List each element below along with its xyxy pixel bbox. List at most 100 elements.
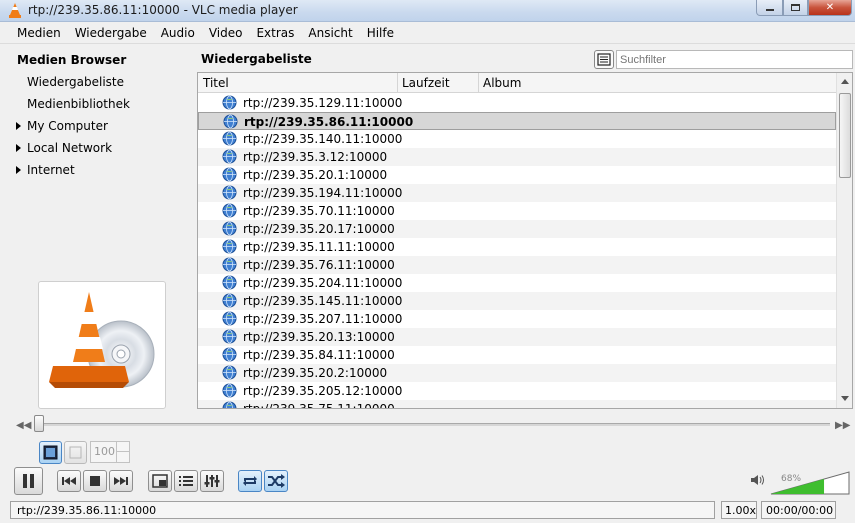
play-pause-button[interactable] xyxy=(14,467,43,495)
seek-backward-icon[interactable]: ◀◀ xyxy=(16,420,31,431)
network-stream-icon xyxy=(222,275,237,290)
playlist-item-title: rtp://239.35.84.11:10000 xyxy=(243,348,395,362)
frame-button[interactable] xyxy=(64,441,87,464)
playlist-title: Wiedergabeliste xyxy=(201,52,312,66)
stop-icon xyxy=(90,476,100,486)
scroll-up-icon[interactable] xyxy=(841,79,849,84)
vertical-scrollbar[interactable] xyxy=(836,73,852,408)
album-art xyxy=(38,281,166,409)
network-stream-icon xyxy=(222,95,237,110)
shuffle-icon xyxy=(268,474,285,488)
sidebar-item-my-computer[interactable]: My Computer xyxy=(27,119,108,133)
network-stream-icon xyxy=(222,149,237,164)
search-filter-input[interactable] xyxy=(616,50,853,69)
menu-ansicht[interactable]: Ansicht xyxy=(301,26,359,40)
fullscreen-button[interactable] xyxy=(148,470,172,492)
network-stream-icon xyxy=(222,239,237,254)
network-stream-icon xyxy=(222,347,237,362)
table-row[interactable]: rtp://239.35.86.11:10000 xyxy=(198,112,836,130)
menu-audio[interactable]: Audio xyxy=(154,26,202,40)
maximize-button[interactable] xyxy=(783,0,808,16)
network-stream-icon xyxy=(222,401,237,408)
menu-video[interactable]: Video xyxy=(202,26,250,40)
playlist-item-title: rtp://239.35.140.11:10000 xyxy=(243,132,403,146)
spin-up-icon[interactable] xyxy=(116,442,129,452)
sidebar-item-internet[interactable]: Internet xyxy=(27,163,75,177)
media-browser-sidebar: Medien Browser Wiedergabeliste Medienbib… xyxy=(8,48,194,414)
maximize-icon xyxy=(791,4,800,11)
expand-arrow-icon[interactable] xyxy=(16,144,21,152)
expand-arrow-icon[interactable] xyxy=(16,122,21,130)
speaker-icon[interactable] xyxy=(750,473,766,487)
status-bar: rtp://239.35.86.11:10000 1.00x 00:00/00:… xyxy=(0,499,855,523)
extended-settings-button[interactable] xyxy=(200,470,224,492)
table-row[interactable]: rtp://239.35.204.11:10000 xyxy=(198,274,836,292)
playlist-icon xyxy=(43,445,58,460)
loop-button[interactable] xyxy=(238,470,262,492)
menu-bar: Medien Wiedergabe Audio Video Extras Ans… xyxy=(0,22,855,44)
previous-button[interactable] xyxy=(57,470,81,492)
scrollbar-thumb[interactable] xyxy=(839,93,851,178)
playback-rate[interactable]: 1.00x xyxy=(721,501,757,519)
table-row[interactable]: rtp://239.35.20.2:10000 xyxy=(198,364,836,382)
table-row[interactable]: rtp://239.35.207.11:10000 xyxy=(198,310,836,328)
seek-forward-icon[interactable]: ▶▶ xyxy=(835,420,850,431)
table-row[interactable]: rtp://239.35.3.12:10000 xyxy=(198,148,836,166)
time-display[interactable]: 00:00/00:00 xyxy=(761,501,836,519)
playlist-rows: rtp://239.35.129.11:10000 rtp://239.35.86… xyxy=(198,94,836,408)
menu-wiedergabe[interactable]: Wiedergabe xyxy=(68,26,154,40)
column-header-laufzeit[interactable]: Laufzeit xyxy=(402,76,450,90)
table-row[interactable]: rtp://239.35.205.12:10000 xyxy=(198,382,836,400)
menu-hilfe[interactable]: Hilfe xyxy=(360,26,401,40)
playlist-item-title: rtp://239.35.86.11:10000 xyxy=(244,115,414,129)
table-row[interactable]: rtp://239.35.70.11:10000 xyxy=(198,202,836,220)
network-stream-icon xyxy=(222,329,237,344)
seek-slider[interactable] xyxy=(34,423,830,426)
network-stream-icon xyxy=(222,293,237,308)
playlist-item-title: rtp://239.35.11.11:10000 xyxy=(243,240,395,254)
menu-medien[interactable]: Medien xyxy=(10,26,68,40)
table-row[interactable]: rtp://239.35.140.11:10000 xyxy=(198,130,836,148)
sidebar-item-local-network[interactable]: Local Network xyxy=(27,141,112,155)
sidebar-item-wiedergabeliste[interactable]: Wiedergabeliste xyxy=(27,75,124,89)
table-row[interactable]: rtp://239.35.11.11:10000 xyxy=(198,238,836,256)
column-divider[interactable] xyxy=(478,73,479,93)
title-bar: rtp://239.35.86.11:10000 - VLC media pla… xyxy=(0,0,855,22)
column-header-album[interactable]: Album xyxy=(483,76,521,90)
next-button[interactable] xyxy=(109,470,133,492)
sidebar-item-medienbibliothek[interactable]: Medienbibliothek xyxy=(27,97,130,111)
table-row[interactable]: rtp://239.35.20.17:10000 xyxy=(198,220,836,238)
seek-handle[interactable] xyxy=(34,415,44,432)
table-row[interactable]: rtp://239.35.129.11:10000 xyxy=(198,94,836,112)
list-icon xyxy=(179,476,193,486)
table-row[interactable]: rtp://239.35.145.11:10000 xyxy=(198,292,836,310)
table-row[interactable]: rtp://239.35.75.11:10000 xyxy=(198,400,836,408)
status-current-media: rtp://239.35.86.11:10000 xyxy=(10,501,715,519)
volume-slider[interactable] xyxy=(770,471,850,495)
window-title: rtp://239.35.86.11:10000 - VLC media pla… xyxy=(28,3,298,17)
menu-extras[interactable]: Extras xyxy=(249,26,301,40)
playlist-item-title: rtp://239.35.20.17:10000 xyxy=(243,222,395,236)
previous-icon xyxy=(62,477,76,485)
expand-arrow-icon[interactable] xyxy=(16,166,21,174)
column-divider[interactable] xyxy=(397,73,398,93)
playlist-toggle-button[interactable] xyxy=(174,470,198,492)
stop-button[interactable] xyxy=(83,470,107,492)
scroll-down-icon[interactable] xyxy=(841,396,849,401)
minimize-button[interactable] xyxy=(756,0,783,16)
toggle-playlist-button[interactable] xyxy=(39,441,62,464)
column-header-titel[interactable]: Titel xyxy=(203,76,229,90)
playlist-view-button[interactable] xyxy=(594,50,614,69)
table-row[interactable]: rtp://239.35.20.1:10000 xyxy=(198,166,836,184)
table-row[interactable]: rtp://239.35.20.13:10000 xyxy=(198,328,836,346)
table-row[interactable]: rtp://239.35.194.11:10000 xyxy=(198,184,836,202)
zoom-spinbox[interactable]: 100 xyxy=(90,441,130,463)
shuffle-button[interactable] xyxy=(264,470,288,492)
network-stream-icon xyxy=(222,311,237,326)
vlc-cone-with-disc-icon xyxy=(49,292,155,388)
table-row[interactable]: rtp://239.35.76.11:10000 xyxy=(198,256,836,274)
spin-down-icon[interactable] xyxy=(116,452,129,462)
table-row[interactable]: rtp://239.35.84.11:10000 xyxy=(198,346,836,364)
close-button[interactable]: ✕ xyxy=(808,0,852,16)
playlist-item-title: rtp://239.35.76.11:10000 xyxy=(243,258,395,272)
